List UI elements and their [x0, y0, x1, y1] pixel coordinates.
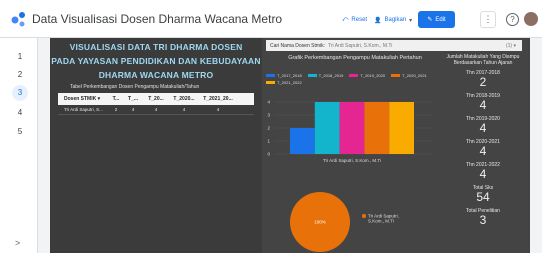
bar[interactable] — [290, 128, 315, 154]
y-tick-label: 4 — [267, 100, 270, 105]
legend-label: T_2021_2022 — [277, 80, 302, 85]
x-tick-label: Tri Ardi Saputri, S.Kom., M.Ti — [323, 158, 381, 163]
legend-item[interactable]: T_2017_2018 — [266, 73, 302, 78]
left-panel: VISUALISASI DATA TRI DHARMA DOSEN PADA Y… — [50, 38, 262, 253]
edit-button[interactable]: ✎ Edit — [418, 11, 455, 28]
kpi-panel: Jumlah Matakuliah Yang Diampu Berdasarka… — [438, 50, 528, 227]
filter-dropdown[interactable]: (1) ▾ — [506, 43, 516, 49]
kpi-value: 4 — [479, 98, 487, 112]
table-cell: 4 — [131, 107, 135, 112]
table-row[interactable]: Tri Ardi Saputri, S... 2 4 4 4 4 — [58, 105, 254, 115]
y-tick-label: 2 — [267, 126, 270, 131]
chevron-down-icon[interactable]: ▾ — [409, 17, 412, 24]
table-header: Dosen STMIK ▾ T... T_... T_20... T_2020.… — [58, 93, 254, 105]
legend-swatch — [362, 214, 366, 218]
table-caption: Tabel Perkembangan Dosen Pengampu Mataku… — [70, 84, 200, 90]
avatar[interactable] — [524, 12, 538, 26]
report-title[interactable]: Data Visualisasi Dosen Dharma Wacana Met… — [32, 12, 282, 26]
data-table[interactable]: Dosen STMIK ▾ T... T_... T_20... T_2020.… — [58, 93, 254, 115]
reset-icon: ⤺ — [342, 16, 349, 23]
bar[interactable] — [364, 102, 390, 154]
legend-swatch — [266, 81, 275, 84]
legend-item[interactable]: T_2021_2022 — [266, 80, 302, 85]
page-3[interactable]: 3 — [12, 85, 28, 101]
kpi-value: 4 — [479, 167, 487, 181]
page-5[interactable]: 5 — [12, 124, 28, 140]
pie-chart[interactable]: 100% Tri Ardi Saputri, S.Kom., M.Ti — [272, 180, 442, 253]
legend-item[interactable]: T_2020_2021 — [391, 73, 427, 78]
y-tick-label: 1 — [267, 139, 270, 144]
share-person-icon: 👤 — [374, 17, 382, 24]
kpi-value: 4 — [479, 144, 487, 158]
chart-title: Grafik Perkembangan Pengampu Matakuliah … — [288, 55, 422, 61]
bar[interactable] — [314, 102, 340, 154]
legend-label: T_2018_2019 — [318, 73, 344, 78]
looker-studio-logo-icon — [11, 12, 25, 27]
table-cell: 4 — [154, 107, 158, 112]
pie-legend-label: Tri Ardi Saputri, S.Kom., M.Ti — [368, 214, 399, 224]
column-header-t3[interactable]: T_20... — [142, 96, 170, 102]
page-2[interactable]: 2 — [12, 67, 28, 83]
page-title: VISUALISASI DATA TRI DHARMA DOSEN PADA Y… — [51, 42, 261, 80]
more-options-button[interactable]: ⋮ — [480, 11, 496, 28]
kpi-value: 3 — [479, 213, 487, 227]
column-header-t1[interactable]: T... — [108, 96, 124, 102]
page-4[interactable]: 4 — [12, 105, 28, 121]
pencil-icon: ✎ — [427, 17, 433, 23]
kpi-value: 4 — [479, 121, 487, 135]
pie-slice-label: 100% — [314, 220, 326, 225]
legend-swatch — [349, 74, 359, 77]
kpi-value: 54 — [476, 190, 490, 204]
legend-swatch — [391, 74, 401, 77]
y-tick-label: 0 — [267, 152, 270, 157]
bar-chart-legend: T_2017_2018 T_2018_2019 T_2019_2020 T_2020_… — [266, 73, 436, 85]
legend-swatch — [266, 74, 275, 77]
legend-swatch — [307, 74, 317, 77]
column-header-t5[interactable]: T_2021_20... — [198, 96, 238, 102]
help-icon[interactable]: ? — [506, 13, 519, 26]
table-cell: 4 — [182, 107, 186, 112]
kpi-title: Jumlah Matakuliah Yang Diampu Berdasarka… — [446, 54, 520, 66]
bar[interactable] — [339, 102, 365, 154]
share-button[interactable]: 👤 Bagikan ▾ — [374, 12, 412, 28]
report-canvas: VISUALISASI DATA TRI DHARMA DOSEN PADA Y… — [50, 38, 530, 253]
table-cell: 2 — [114, 107, 118, 112]
page-navigation: 1 2 3 4 5 > — [0, 38, 38, 253]
filter-value: Tri Ardi Saputri, S.Kom., M.Ti — [328, 42, 393, 49]
reset-button[interactable]: ⤺ Reset — [342, 12, 367, 28]
kpi-value: 2 — [479, 75, 487, 89]
page-1[interactable]: 1 — [12, 49, 28, 65]
legend-label: T_2017_2018 — [277, 73, 302, 78]
filter-label: Cari Nama Dosen Stmik: — [270, 42, 326, 49]
column-header-t2[interactable]: T_... — [124, 96, 142, 102]
bar[interactable] — [389, 102, 414, 154]
column-header-dosen[interactable]: Dosen STMIK ▾ — [58, 96, 108, 102]
chevron-right-icon[interactable]: > — [15, 238, 20, 248]
top-bar: Data Visualisasi Dosen Dharma Wacana Met… — [0, 0, 542, 38]
legend-item[interactable]: T_2018_2019 — [307, 73, 344, 78]
table-cell: Tri Ardi Saputri, S... — [64, 107, 103, 112]
bar-chart[interactable]: 0 1 2 3 4 Tri Ardi Saputri, S.Kom., M.Ti — [262, 98, 436, 168]
legend-item[interactable]: T_2019_2020 — [349, 73, 385, 78]
table-cell: 4 — [216, 107, 220, 112]
right-panel: Cari Nama Dosen Stmik: Tri Ardi Saputri,… — [262, 38, 530, 253]
column-header-t4[interactable]: T_2020... — [170, 96, 198, 102]
y-tick-label: 3 — [267, 113, 270, 118]
legend-label: T_2020_2021 — [402, 73, 427, 78]
legend-label: T_2019_2020 — [360, 73, 386, 78]
